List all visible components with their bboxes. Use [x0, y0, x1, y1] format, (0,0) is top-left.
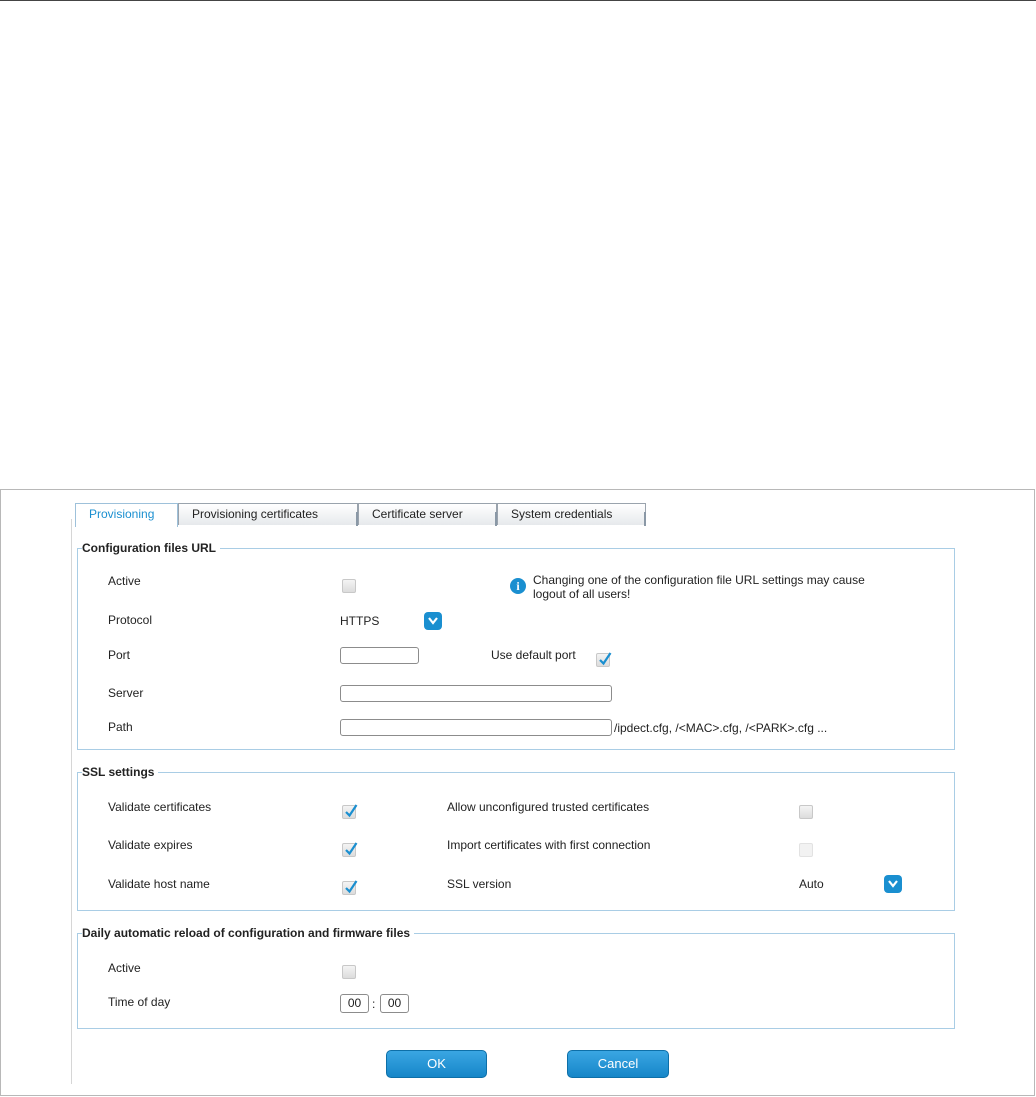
protocol-value: HTTPS — [340, 614, 380, 628]
ssl-version-value: Auto — [799, 877, 824, 891]
config-active-label: Active — [108, 574, 141, 588]
tab-label: Certificate server — [372, 507, 463, 521]
port-input[interactable] — [340, 647, 419, 664]
time-of-day-label: Time of day — [108, 995, 171, 1009]
validate-host-name-checkbox[interactable] — [342, 880, 358, 895]
tab-system-credentials[interactable]: System credentials — [497, 503, 646, 526]
ok-button[interactable]: OK — [386, 1050, 487, 1078]
path-suffix: /ipdect.cfg, /<MAC>.cfg, /<PARK>.cfg ... — [614, 721, 828, 735]
hour-input[interactable]: 00 — [340, 994, 369, 1013]
use-default-port-checkbox[interactable] — [596, 652, 612, 667]
ssl-version-select[interactable]: Auto — [799, 875, 903, 893]
server-label: Server — [108, 686, 144, 700]
protocol-select[interactable]: HTTPS — [340, 612, 442, 630]
ssl-version-label: SSL version — [447, 877, 512, 891]
path-label: Path — [108, 720, 133, 734]
checkmark-icon — [345, 804, 358, 818]
chevron-down-icon — [884, 875, 902, 893]
validate-certificates-label: Validate certificates — [108, 800, 212, 814]
config-active-checkbox[interactable] — [342, 579, 356, 593]
import-first-connection-checkbox[interactable] — [799, 843, 813, 857]
validate-expires-checkbox[interactable] — [342, 842, 358, 857]
import-first-connection-label: Import certificates with first connectio… — [447, 838, 651, 852]
chevron-down-icon — [424, 612, 442, 630]
tab-provisioning-certificates[interactable]: Provisioning certificates — [178, 503, 358, 526]
path-input[interactable] — [340, 719, 612, 736]
allow-unconfigured-checkbox[interactable] — [799, 805, 813, 819]
validate-host-name-label: Validate host name — [108, 877, 210, 891]
daily-reload-legend: Daily automatic reload of configuration … — [82, 926, 415, 941]
validate-expires-label: Validate expires — [108, 838, 193, 852]
time-separator: : — [372, 997, 376, 1011]
protocol-label: Protocol — [108, 613, 153, 627]
ssl-settings-legend: SSL settings — [82, 765, 159, 780]
use-default-port-label: Use default port — [491, 648, 576, 662]
daily-reload-group: Daily automatic reload of configuration … — [77, 926, 955, 1029]
server-input[interactable] — [340, 685, 612, 702]
info-message: Changing one of the configuration file U… — [533, 573, 865, 601]
validate-certificates-checkbox[interactable] — [342, 804, 358, 819]
tab-label: System credentials — [511, 507, 613, 521]
port-label: Port — [108, 648, 131, 662]
tab-label: Provisioning — [89, 507, 155, 521]
checkmark-icon — [345, 842, 358, 856]
tab-grip — [644, 512, 646, 526]
top-divider — [0, 0, 1036, 1]
checkmark-icon — [345, 880, 358, 894]
cancel-button[interactable]: Cancel — [567, 1050, 669, 1078]
tab-label: Provisioning certificates — [192, 507, 319, 521]
tab-certificate-server[interactable]: Certificate server — [358, 503, 497, 526]
tab-provisioning[interactable]: Provisioning — [75, 503, 178, 527]
allow-unconfigured-label: Allow unconfigured trusted certificates — [447, 800, 650, 814]
reload-active-label: Active — [108, 961, 141, 975]
info-icon: i — [510, 578, 526, 594]
config-files-url-legend: Configuration files URL — [82, 541, 220, 556]
panel-left-divider — [71, 519, 72, 1084]
reload-active-checkbox[interactable] — [342, 965, 356, 979]
minute-input[interactable]: 00 — [380, 994, 409, 1013]
checkmark-icon — [599, 652, 612, 666]
